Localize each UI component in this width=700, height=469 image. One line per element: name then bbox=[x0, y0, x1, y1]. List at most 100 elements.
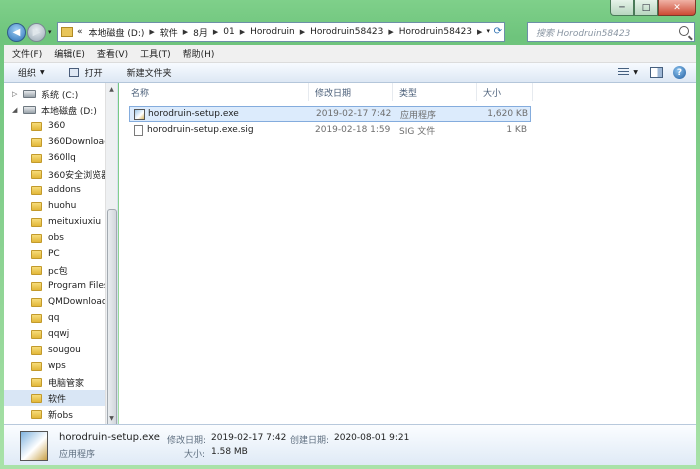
details-pane: horodruin-setup.exe 修改日期: 2019-02-17 7:4… bbox=[4, 424, 696, 465]
toolbar-right: ▼ ? bbox=[618, 66, 686, 79]
chevron-right-icon[interactable]: ▶ bbox=[240, 28, 245, 36]
scroll-up-icon[interactable]: ▲ bbox=[106, 83, 117, 95]
caret-down-icon: ▼ bbox=[40, 69, 45, 76]
breadcrumb-item[interactable]: 8月 ▶ bbox=[193, 26, 223, 39]
folder-icon bbox=[31, 217, 42, 227]
menu-file[interactable]: 文件(F) bbox=[12, 47, 42, 60]
breadcrumb-item[interactable]: 软件 ▶ bbox=[160, 26, 193, 39]
chevron-right-icon[interactable]: ▶ bbox=[183, 28, 188, 36]
breadcrumb-item[interactable]: Horodruin58423 ▶ bbox=[399, 27, 488, 37]
folder-icon bbox=[31, 345, 42, 355]
tree-folder[interactable]: qqwj bbox=[31, 326, 69, 342]
search-placeholder: 搜索 Horodruin58423 bbox=[536, 28, 631, 39]
scroll-thumb[interactable] bbox=[107, 209, 117, 424]
breadcrumb-overflow[interactable]: « bbox=[77, 27, 89, 37]
help-icon[interactable]: ? bbox=[673, 66, 686, 79]
setup-exe-icon bbox=[134, 108, 145, 120]
file-size: 1,620 KB bbox=[487, 109, 528, 119]
details-created-value: 2020-08-01 9:21 bbox=[334, 433, 410, 443]
view-options-icon[interactable] bbox=[618, 68, 630, 77]
search-input[interactable]: 搜索 Horodruin58423 bbox=[527, 22, 695, 42]
folder-icon bbox=[31, 377, 42, 387]
tree-folder[interactable]: wps bbox=[31, 358, 66, 374]
close-button[interactable]: ✕ bbox=[658, 0, 696, 16]
chevron-right-icon[interactable]: ▶ bbox=[388, 28, 393, 36]
file-name: horodruin-setup.exe bbox=[148, 109, 239, 119]
folder-icon bbox=[61, 27, 73, 37]
open-button[interactable]: 打开 bbox=[68, 66, 103, 79]
tree-folder[interactable]: 360 bbox=[31, 118, 65, 134]
column-header-size[interactable]: 大小 bbox=[477, 83, 533, 101]
details-type-value: 应用程序 bbox=[59, 450, 96, 460]
scroll-down-icon[interactable]: ▼ bbox=[106, 412, 117, 424]
tree-folder[interactable]: meituxiuxiu bbox=[31, 214, 101, 230]
tree-item-system-drive[interactable]: ▷ 系统 (C:) bbox=[12, 86, 78, 102]
breadcrumb-item[interactable]: Horodruin ▶ bbox=[250, 27, 310, 37]
recent-pages-dropdown[interactable]: ▾ bbox=[48, 28, 52, 36]
menu-tools[interactable]: 工具(T) bbox=[140, 47, 171, 60]
menu-edit[interactable]: 编辑(E) bbox=[54, 47, 85, 60]
tree-folder[interactable]: 电脑管家 bbox=[31, 374, 84, 390]
file-row[interactable]: horodruin-setup.exe.sig 2019-02-18 1:59 … bbox=[129, 122, 531, 138]
details-file-name: horodruin-setup.exe bbox=[59, 432, 160, 443]
tree-folder[interactable]: PC bbox=[31, 246, 60, 262]
file-size: 1 KB bbox=[506, 125, 527, 135]
folder-icon bbox=[31, 313, 42, 323]
menu-help[interactable]: 帮助(H) bbox=[183, 47, 215, 60]
tree-folder[interactable]: obs bbox=[31, 230, 64, 246]
folder-icon bbox=[31, 201, 42, 211]
breadcrumb-item[interactable]: 01 ▶ bbox=[223, 27, 250, 37]
forward-button[interactable]: ▶ bbox=[27, 23, 46, 42]
drive-icon bbox=[23, 106, 36, 114]
file-list: 名称 修改日期 类型 大小 horodruin-setup.exe 2019-0… bbox=[119, 83, 696, 424]
refresh-icon[interactable]: ⟳ bbox=[494, 26, 502, 37]
tree-folder[interactable]: 360llq bbox=[31, 150, 76, 166]
maximize-button[interactable]: □ bbox=[634, 0, 658, 16]
column-header-name[interactable]: 名称 bbox=[125, 83, 309, 101]
minimize-button[interactable]: ─ bbox=[610, 0, 634, 16]
address-bar[interactable]: « 本地磁盘 (D:) ▶ 软件 ▶ 8月 ▶ 01 ▶ Horodruin ▶ Horo… bbox=[57, 22, 505, 42]
folder-icon bbox=[31, 121, 42, 131]
address-dropdown-icon[interactable]: ▾ bbox=[486, 27, 490, 35]
tree-folder[interactable]: pc包 bbox=[31, 262, 68, 278]
caret-down-icon[interactable]: ▼ bbox=[633, 69, 638, 76]
tree-folder[interactable]: 新obs bbox=[31, 406, 73, 422]
explorer-window: ─ □ ✕ ◀ ▶ ▾ « 本地磁盘 (D:) ▶ 软件 ▶ 8月 ▶ 01 ▶ Hor… bbox=[0, 0, 700, 469]
search-icon[interactable] bbox=[679, 26, 689, 36]
new-folder-button[interactable]: 新建文件夹 bbox=[127, 66, 172, 79]
file-modified: 2019-02-17 7:42 bbox=[316, 109, 392, 119]
organize-button[interactable]: 组织 ▼ bbox=[18, 66, 45, 79]
menu-view[interactable]: 查看(V) bbox=[97, 47, 128, 60]
tree-folder[interactable]: addons bbox=[31, 182, 81, 198]
column-header-type[interactable]: 类型 bbox=[393, 83, 477, 101]
collapse-icon[interactable]: ◢ bbox=[12, 106, 20, 114]
folder-icon bbox=[31, 249, 42, 259]
chevron-right-icon[interactable]: ▶ bbox=[477, 28, 482, 36]
back-button[interactable]: ◀ bbox=[7, 23, 26, 42]
expand-icon[interactable]: ▷ bbox=[12, 90, 20, 98]
folder-icon bbox=[31, 185, 42, 195]
details-modified-value: 2019-02-17 7:42 bbox=[211, 433, 287, 443]
chevron-right-icon[interactable]: ▶ bbox=[149, 28, 154, 36]
tree-folder-selected[interactable]: 软件 bbox=[4, 390, 105, 406]
preview-pane-icon[interactable] bbox=[650, 67, 663, 78]
tree-folder[interactable]: 360Downloads bbox=[31, 134, 115, 150]
breadcrumb-item[interactable]: Horodruin58423 ▶ bbox=[310, 27, 399, 37]
breadcrumb-item[interactable]: 本地磁盘 (D:) ▶ bbox=[89, 26, 160, 39]
file-row-selected[interactable]: horodruin-setup.exe 2019-02-17 7:42 应用程序… bbox=[129, 106, 531, 122]
tree-folder[interactable]: QMDownload bbox=[31, 294, 108, 310]
file-type: SIG 文件 bbox=[399, 126, 436, 137]
column-header-modified[interactable]: 修改日期 bbox=[309, 83, 393, 101]
tree-folder[interactable]: Program Files bbox=[31, 278, 109, 294]
tree-item-local-drive[interactable]: ◢ 本地磁盘 (D:) bbox=[12, 102, 97, 118]
tree-folder[interactable]: qq bbox=[31, 310, 59, 326]
chevron-right-icon[interactable]: ▶ bbox=[213, 28, 218, 36]
chevron-right-icon[interactable]: ▶ bbox=[300, 28, 305, 36]
tree-folder[interactable]: huohu bbox=[31, 198, 76, 214]
nav-scrollbar[interactable]: ▲ ▼ bbox=[105, 83, 117, 424]
folder-icon bbox=[31, 329, 42, 339]
tree-folder[interactable]: 360安全浏览器 bbox=[31, 166, 110, 182]
open-icon bbox=[68, 68, 79, 77]
tree-folder[interactable]: sougou bbox=[31, 342, 81, 358]
menu-bar: 文件(F) 编辑(E) 查看(V) 工具(T) 帮助(H) bbox=[4, 45, 696, 63]
